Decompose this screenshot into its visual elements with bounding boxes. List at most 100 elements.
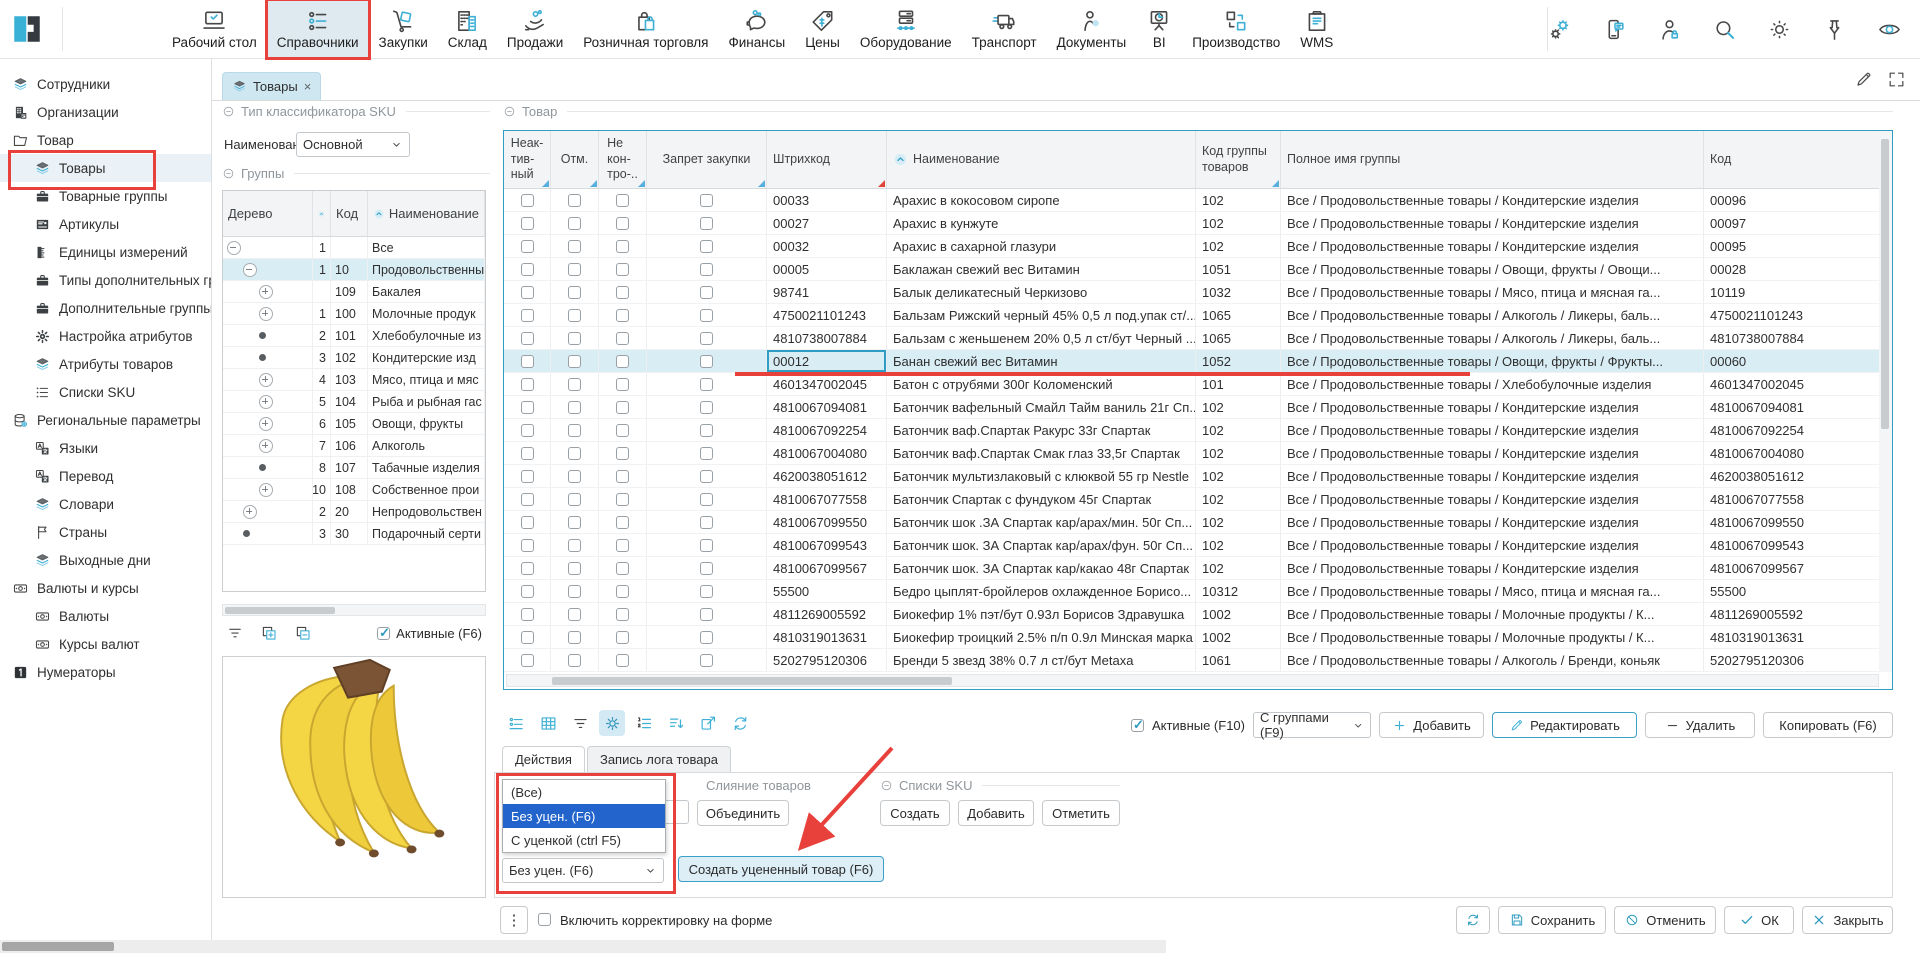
group-name-cell[interactable]: Все / Продовольственные товары / Алкогол…: [1281, 327, 1704, 350]
checkbox-cell[interactable]: [599, 304, 647, 327]
tree-row[interactable]: 2101Хлебобулочные из: [223, 325, 485, 347]
code-cell[interactable]: 4810738007884: [1704, 327, 1881, 350]
tree-num-cell[interactable]: 4: [313, 369, 331, 390]
checkbox-cell[interactable]: [647, 488, 767, 511]
row-checkbox[interactable]: [521, 562, 534, 575]
row-checkbox[interactable]: [568, 608, 581, 621]
group-code-cell[interactable]: 102: [1196, 511, 1281, 534]
refresh-button[interactable]: [1456, 906, 1490, 934]
cancel-button[interactable]: Отменить: [1614, 906, 1716, 934]
row-checkbox[interactable]: [521, 401, 534, 414]
tree-row[interactable]: 5104Рыба и рыбная гас: [223, 391, 485, 413]
code-cell[interactable]: 00028: [1704, 258, 1881, 281]
name-cell[interactable]: Бренди 5 звезд 38% 0.7 л ст/бут Metaxa: [887, 649, 1196, 672]
checkbox-cell[interactable]: [647, 649, 767, 672]
row-checkbox[interactable]: [700, 608, 713, 621]
module-desktop[interactable]: Рабочий стол: [162, 0, 267, 58]
checkbox-cell[interactable]: [599, 212, 647, 235]
checkbox-cell[interactable]: [504, 511, 551, 534]
group-name-cell[interactable]: Все / Продовольственные товары / Молочны…: [1281, 626, 1704, 649]
tree-name-cell[interactable]: Все: [368, 237, 485, 258]
row-checkbox[interactable]: [521, 355, 534, 368]
row-checkbox[interactable]: [700, 585, 713, 598]
name-cell[interactable]: Арахис в сахарной глазури: [887, 235, 1196, 258]
barcode-cell[interactable]: 4810067092254: [767, 419, 887, 442]
tree-name-cell[interactable]: Кондитерские изд: [368, 347, 485, 368]
row-checkbox[interactable]: [568, 240, 581, 253]
checkbox-cell[interactable]: [504, 534, 551, 557]
collapse-boxes-button[interactable]: [290, 620, 316, 646]
checkbox-cell[interactable]: [599, 327, 647, 350]
row-checkbox[interactable]: [700, 401, 713, 414]
user-lock-icon[interactable]: [1657, 17, 1682, 42]
table-row[interactable]: 5202795120306Бренди 5 звезд 38% 0.7 л ст…: [504, 649, 1892, 672]
column-header[interactable]: Код группы товаров: [1196, 131, 1281, 188]
name-cell[interactable]: Балык деликатесный Черкизово: [887, 281, 1196, 304]
tree-name-cell[interactable]: Мясо, птица и мяс: [368, 369, 485, 390]
checkbox-cell[interactable]: [599, 603, 647, 626]
save-button[interactable]: Сохранить: [1498, 906, 1606, 934]
name-cell[interactable]: Батончик шок. ЗА Спартак кар/какао 48г С…: [887, 557, 1196, 580]
sku-add-button[interactable]: Добавить: [958, 800, 1034, 826]
tree-name-cell[interactable]: Непродовольствен: [368, 501, 485, 522]
checkbox-cell[interactable]: [551, 281, 599, 304]
checkbox-cell[interactable]: [647, 603, 767, 626]
row-checkbox[interactable]: [700, 562, 713, 575]
group-name-cell[interactable]: Все / Продовольственные товары / Хлебобу…: [1281, 373, 1704, 396]
open-external-button[interactable]: [695, 710, 721, 736]
group-name-cell[interactable]: Все / Продовольственные товары / Кондите…: [1281, 396, 1704, 419]
tree-num-cell[interactable]: 2: [313, 325, 331, 346]
sidebar-item-regional-params[interactable]: Региональные параметры: [0, 406, 211, 434]
checkbox-cell[interactable]: [599, 189, 647, 212]
close-button[interactable]: Закрыть: [1802, 906, 1893, 934]
tree-code-cell[interactable]: 30: [331, 523, 368, 544]
groups-hscrollbar[interactable]: [222, 604, 486, 616]
sort-list-button[interactable]: [663, 710, 689, 736]
tree-cell[interactable]: [223, 435, 313, 456]
name-cell[interactable]: Батончик шок .ЗА Спартак кар/арах/мин. 5…: [887, 511, 1196, 534]
barcode-cell[interactable]: 4810067004080: [767, 442, 887, 465]
sidebar-item-attribute-settings[interactable]: Настройка атрибутов: [0, 322, 211, 350]
code-cell[interactable]: 4810067092254: [1704, 419, 1881, 442]
discount-option[interactable]: С уценкой (ctrl F5): [503, 828, 665, 852]
group-code-cell[interactable]: 102: [1196, 465, 1281, 488]
checkbox-cell[interactable]: [551, 396, 599, 419]
code-cell[interactable]: 4810067099567: [1704, 557, 1881, 580]
checkbox-cell[interactable]: [599, 488, 647, 511]
checkbox-cell[interactable]: [504, 488, 551, 511]
groups-active-checkbox[interactable]: [377, 627, 390, 640]
code-cell[interactable]: 55500: [1704, 580, 1881, 603]
row-checkbox[interactable]: [521, 263, 534, 276]
checkbox-cell[interactable]: [551, 304, 599, 327]
row-checkbox[interactable]: [700, 332, 713, 345]
row-checkbox[interactable]: [568, 470, 581, 483]
tree-name-cell[interactable]: Подарочный серти: [368, 523, 485, 544]
barcode-cell[interactable]: 5202795120306: [767, 649, 887, 672]
checkbox-cell[interactable]: [599, 442, 647, 465]
tree-cell[interactable]: [223, 457, 313, 478]
edit-button[interactable]: Редактировать: [1492, 712, 1637, 738]
expand-boxes-button[interactable]: [256, 620, 282, 646]
tree-num-cell[interactable]: 1: [313, 237, 331, 258]
products-vscrollbar[interactable]: [1879, 131, 1892, 672]
ordered-list-button[interactable]: [631, 710, 657, 736]
module-production[interactable]: Производство: [1182, 0, 1290, 58]
tree-cell[interactable]: [223, 501, 313, 522]
table-row[interactable]: 4811269005592Биокефир 1% пэт/бут 0.93л Б…: [504, 603, 1892, 626]
tree-num-cell[interactable]: 2: [313, 501, 331, 522]
tree-collapse-icon[interactable]: [227, 241, 241, 255]
tree-cell[interactable]: [223, 259, 313, 280]
sidebar-item-languages[interactable]: Языки: [0, 434, 211, 462]
row-checkbox[interactable]: [616, 309, 629, 322]
module-references[interactable]: Справочники: [267, 0, 369, 58]
row-checkbox[interactable]: [568, 309, 581, 322]
checkbox-cell[interactable]: [551, 511, 599, 534]
checkbox-cell[interactable]: [599, 511, 647, 534]
checkbox-cell[interactable]: [551, 442, 599, 465]
row-checkbox[interactable]: [700, 654, 713, 667]
collapse-minus-icon[interactable]: [222, 167, 235, 180]
row-checkbox[interactable]: [521, 217, 534, 230]
group-name-cell[interactable]: Все / Продовольственные товары / Алкогол…: [1281, 304, 1704, 327]
row-checkbox[interactable]: [616, 493, 629, 506]
row-checkbox[interactable]: [568, 263, 581, 276]
